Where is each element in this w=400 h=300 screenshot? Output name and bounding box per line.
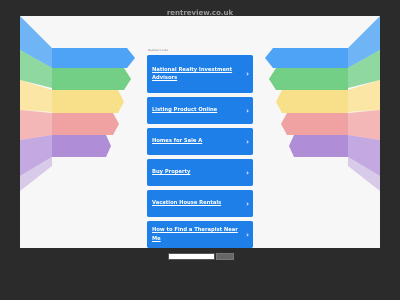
link-label: How to Find a Therapist Near Me	[152, 227, 238, 242]
link-label: Homes for Sale A	[152, 138, 203, 145]
link-label: Listing Product Online	[152, 107, 218, 114]
left-ribbon-1	[52, 48, 135, 68]
link-vacation-house-rentals[interactable]: Vacation House Rentals ›	[147, 190, 253, 217]
link-listing-product-online[interactable]: Listing Product Online ›	[147, 97, 253, 124]
link-find-therapist[interactable]: How to Find a Therapist Near Me ›	[147, 221, 253, 248]
chevron-right-icon: ›	[246, 137, 249, 146]
chevron-right-icon: ›	[246, 106, 249, 115]
right-ribbon-1	[265, 48, 348, 68]
left-ribbon-3	[52, 90, 124, 113]
right-ribbon-5	[289, 135, 348, 157]
link-homes-for-sale[interactable]: Homes for Sale A ›	[147, 128, 253, 155]
search-button[interactable]	[216, 253, 234, 260]
chevron-right-icon: ›	[246, 70, 249, 78]
left-ribbon-2	[52, 68, 131, 90]
right-ribbon-3	[276, 90, 348, 113]
search-input[interactable]	[168, 253, 215, 260]
link-label: National Realty Investment Advisors	[152, 66, 233, 81]
related-links-label: Related Links	[148, 48, 169, 52]
right-ribbon-fold-4	[348, 110, 380, 140]
link-label: Buy Property	[152, 169, 191, 176]
left-ribbon-fold-4	[20, 110, 52, 140]
chevron-right-icon: ›	[246, 230, 249, 239]
left-ribbon-5	[52, 135, 111, 157]
chevron-right-icon: ›	[246, 168, 249, 177]
left-ribbon-4	[52, 113, 119, 135]
right-ribbon-4	[281, 113, 348, 135]
link-label: Vacation House Rentals	[152, 200, 222, 207]
right-ribbon-2	[269, 68, 348, 90]
link-national-realty[interactable]: National Realty Investment Advisors ›	[147, 55, 253, 93]
chevron-right-icon: ›	[246, 199, 249, 208]
link-buy-property[interactable]: Buy Property ›	[147, 159, 253, 186]
domain-header: rentreview.co.uk	[0, 0, 400, 17]
